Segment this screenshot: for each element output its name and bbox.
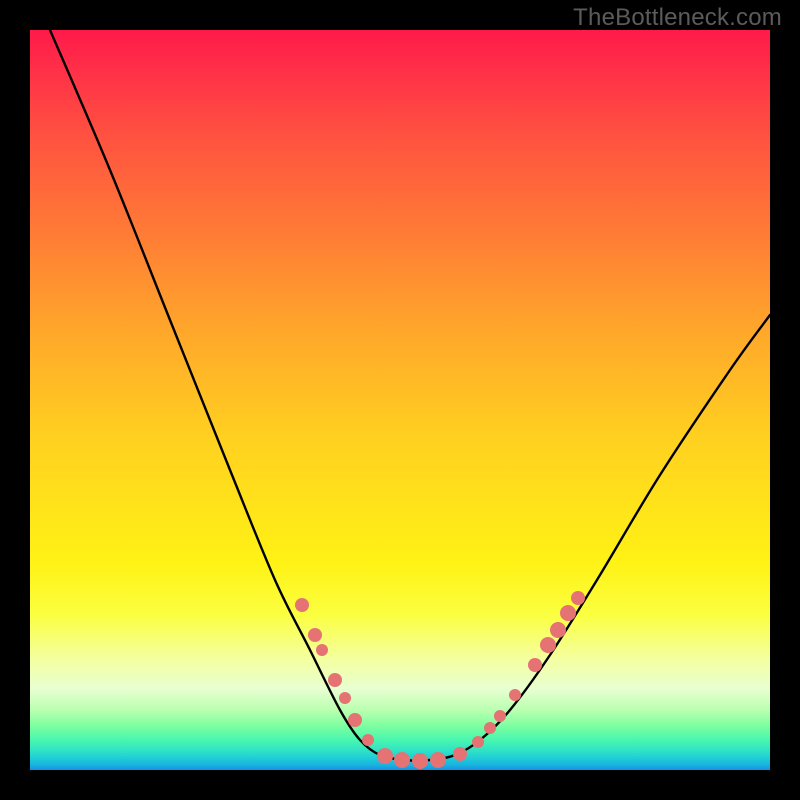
curve-marker: [509, 689, 521, 701]
curve-marker: [571, 591, 585, 605]
curve-marker: [295, 598, 309, 612]
curve-marker: [308, 628, 322, 642]
curve-marker: [362, 734, 374, 746]
curve-marker: [377, 748, 393, 764]
curve-marker: [528, 658, 542, 672]
curve-marker: [412, 753, 428, 769]
plot-area: [30, 30, 770, 770]
curve-marker: [540, 637, 556, 653]
curve-layer: [30, 30, 770, 770]
chart-frame: TheBottleneck.com: [0, 0, 800, 800]
curve-marker: [328, 673, 342, 687]
watermark-text: TheBottleneck.com: [573, 4, 782, 32]
curve-marker: [430, 752, 446, 768]
curve-marker: [348, 713, 362, 727]
curve-marker: [316, 644, 328, 656]
curve-marker: [453, 747, 467, 761]
curve-marker: [494, 710, 506, 722]
curve-marker: [560, 605, 576, 621]
curve-marker: [339, 692, 351, 704]
curve-marker: [472, 736, 484, 748]
curve-marker: [550, 622, 566, 638]
curve-marker: [394, 752, 410, 768]
bottleneck-curve: [50, 30, 770, 761]
curve-markers-group: [295, 591, 585, 769]
curve-marker: [484, 722, 496, 734]
